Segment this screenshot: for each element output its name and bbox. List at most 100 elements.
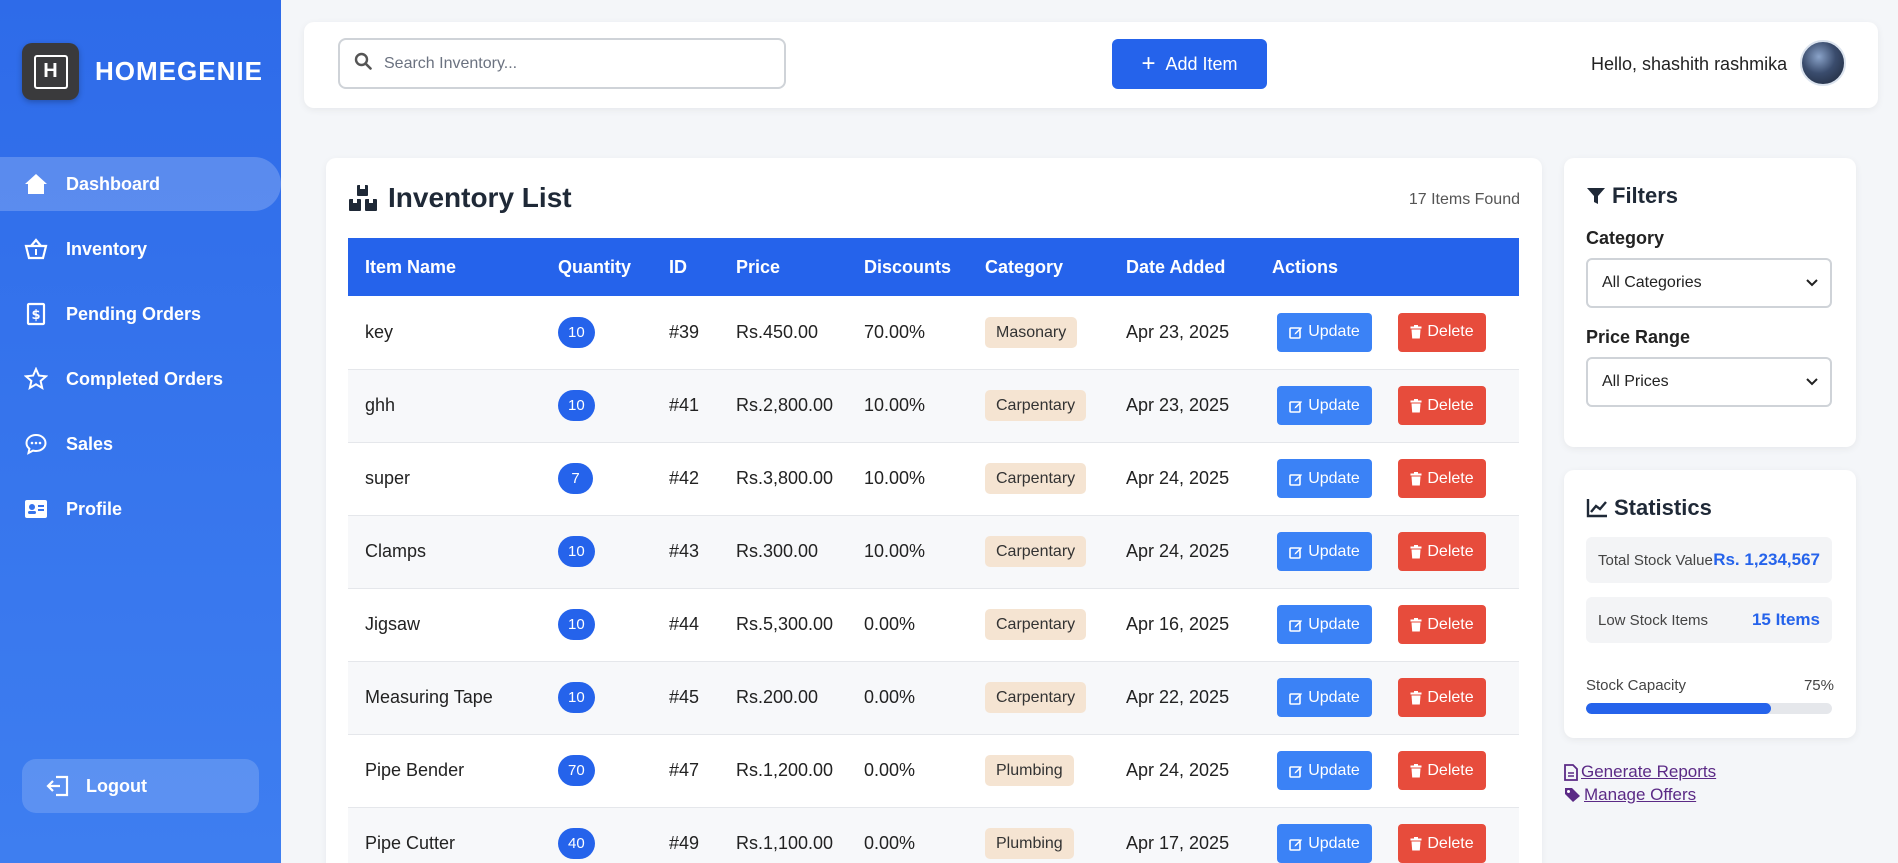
date-added-cell: Apr 24, 2025 xyxy=(1126,760,1230,780)
price-cell: Rs.2,800.00 xyxy=(736,395,834,415)
table-row[interactable]: Pipe Bender 70 #47 Rs.1,200.00 0.00% Plumbing… xyxy=(348,734,1519,807)
date-added-cell: Apr 24, 2025 xyxy=(1126,468,1230,488)
date-added-cell: Apr 17, 2025 xyxy=(1126,833,1230,853)
id-cell: #45 xyxy=(669,687,700,707)
actions-cell: Update Delete xyxy=(1255,807,1519,863)
table-row[interactable]: Pipe Cutter 40 #49 Rs.1,100.00 0.00% Plumbing… xyxy=(348,807,1519,863)
delete-label: Delete xyxy=(1427,761,1474,779)
update-button[interactable]: Update xyxy=(1277,678,1372,717)
quantity-badge: 10 xyxy=(558,316,595,348)
home-icon xyxy=(24,172,48,196)
date-added-cell: Apr 23, 2025 xyxy=(1126,395,1230,415)
delete-button[interactable]: Delete xyxy=(1398,605,1486,644)
search-input[interactable] xyxy=(384,54,764,73)
actions-cell: Update Delete xyxy=(1255,296,1519,369)
table-row[interactable]: super 7 #42 Rs.3,800.00 10.00% Carpentary Apr … xyxy=(348,442,1519,515)
sidebar-item-inventory[interactable]: Inventory xyxy=(0,222,281,276)
delete-button[interactable]: Delete xyxy=(1398,678,1486,717)
delete-button[interactable]: Delete xyxy=(1398,459,1486,498)
quantity-badge: 7 xyxy=(558,463,593,494)
update-button[interactable]: Update xyxy=(1277,386,1372,425)
item-name-cell: key xyxy=(365,321,394,342)
price-cell: Rs.5,300.00 xyxy=(736,614,834,634)
actions-cell: Update Delete xyxy=(1255,515,1519,588)
avatar[interactable] xyxy=(1800,40,1846,86)
search-box[interactable] xyxy=(338,38,786,89)
plus-icon: + xyxy=(1141,50,1156,77)
quantity-badge: 10 xyxy=(558,390,595,421)
table-row[interactable]: ghh 10 #41 Rs.2,800.00 10.00% Carpentary Apr 2… xyxy=(348,369,1519,442)
id-cell: #44 xyxy=(669,614,700,634)
stock-capacity-bar xyxy=(1586,703,1832,714)
update-button[interactable]: Update xyxy=(1277,824,1372,863)
delete-button[interactable]: Delete xyxy=(1398,751,1486,790)
sidebar-item-label: Inventory xyxy=(66,238,148,259)
add-item-button[interactable]: + Add Item xyxy=(1112,39,1267,89)
discount-cell: 0.00% xyxy=(864,760,916,780)
item-name-cell: Pipe Cutter xyxy=(365,833,456,853)
stock-capacity-percent: 75% xyxy=(1803,677,1834,694)
delete-button[interactable]: Delete xyxy=(1398,532,1486,571)
category-cell: Carpentary xyxy=(968,515,1109,588)
delete-button[interactable]: Delete xyxy=(1398,312,1486,352)
generate-reports-link[interactable]: Generate Reports xyxy=(1564,762,1716,782)
basket-icon xyxy=(24,237,48,261)
quantity-cell: 10 xyxy=(541,296,652,369)
quantity-cell: 10 xyxy=(541,588,652,661)
table-row[interactable]: key 10 #39 Rs.450.00 70.00% Masonary Apr 23, 2… xyxy=(348,296,1519,369)
table-row[interactable]: Clamps 10 #43 Rs.300.00 10.00% Carpentary Apr … xyxy=(348,515,1519,588)
price-cell: Rs.300.00 xyxy=(736,541,819,561)
update-button[interactable]: Update xyxy=(1277,459,1372,498)
date-added-cell: Apr 23, 2025 xyxy=(1126,321,1230,342)
statistics-title-text: Statistics xyxy=(1614,495,1712,520)
quantity-badge: 10 xyxy=(558,682,595,713)
price-cell: Rs.200.00 xyxy=(736,687,819,707)
trash-icon xyxy=(1410,836,1422,851)
date-added-cell: Apr 16, 2025 xyxy=(1126,614,1230,634)
brand[interactable]: H HOMEGENIE xyxy=(22,43,263,100)
table-row[interactable]: Measuring Tape 10 #45 Rs.200.00 0.00% Carpent… xyxy=(348,661,1519,734)
price-cell: Rs.3,800.00 xyxy=(736,468,834,488)
trash-icon xyxy=(1410,617,1422,632)
actions-cell: Update Delete xyxy=(1255,734,1519,807)
id-cell: #41 xyxy=(669,395,700,415)
logout-label: Logout xyxy=(86,775,147,796)
update-button[interactable]: Update xyxy=(1277,605,1372,644)
category-cell: Carpentary xyxy=(968,442,1109,515)
edit-icon xyxy=(1289,325,1303,340)
delete-button[interactable]: Delete xyxy=(1398,386,1486,425)
logout-button[interactable]: Logout xyxy=(22,759,259,813)
id-cell: #42 xyxy=(669,468,700,488)
update-label: Update xyxy=(1308,323,1360,341)
update-button[interactable]: Update xyxy=(1277,312,1372,352)
sidebar-item-label: Pending Orders xyxy=(66,303,202,324)
category-cell: Plumbing xyxy=(968,734,1109,807)
price-range-select[interactable]: All Prices xyxy=(1586,357,1832,407)
delete-button[interactable]: Delete xyxy=(1398,824,1486,863)
date-added-cell: Apr 22, 2025 xyxy=(1126,687,1230,707)
update-label: Update xyxy=(1308,834,1360,852)
sidebar-item-sales[interactable]: Sales xyxy=(0,417,281,471)
top-bar: + Add Item Hello, shashith rashmika xyxy=(304,22,1878,108)
sidebar-item-completed-orders[interactable]: Completed Orders xyxy=(0,352,281,406)
items-found-count: 17 Items Found xyxy=(1408,191,1520,208)
sidebar-item-label: Sales xyxy=(66,433,114,454)
table-row[interactable]: Jigsaw 10 #44 Rs.5,300.00 0.00% Carpentary Apr… xyxy=(348,588,1519,661)
update-button[interactable]: Update xyxy=(1277,532,1372,571)
column-header: Discounts xyxy=(864,256,952,277)
update-button[interactable]: Update xyxy=(1277,751,1372,790)
quantity-cell: 7 xyxy=(541,442,652,515)
quantity-cell: 40 xyxy=(541,807,652,863)
edit-icon xyxy=(1289,691,1303,705)
actions-cell: Update Delete xyxy=(1255,588,1519,661)
sidebar-item-profile[interactable]: Profile xyxy=(0,482,281,536)
id-cell: #49 xyxy=(669,833,700,853)
quantity-badge: 70 xyxy=(558,755,595,786)
category-select[interactable]: All Categories xyxy=(1586,258,1832,308)
sidebar-item-pending-orders[interactable]: $ Pending Orders xyxy=(0,287,281,341)
sidebar-item-dashboard[interactable]: Dashboard xyxy=(0,157,281,211)
category-cell: Plumbing xyxy=(968,807,1109,863)
manage-offers-link[interactable]: Manage Offers xyxy=(1564,785,1716,805)
edit-icon xyxy=(1289,399,1303,413)
chevron-down-icon xyxy=(1806,373,1818,391)
